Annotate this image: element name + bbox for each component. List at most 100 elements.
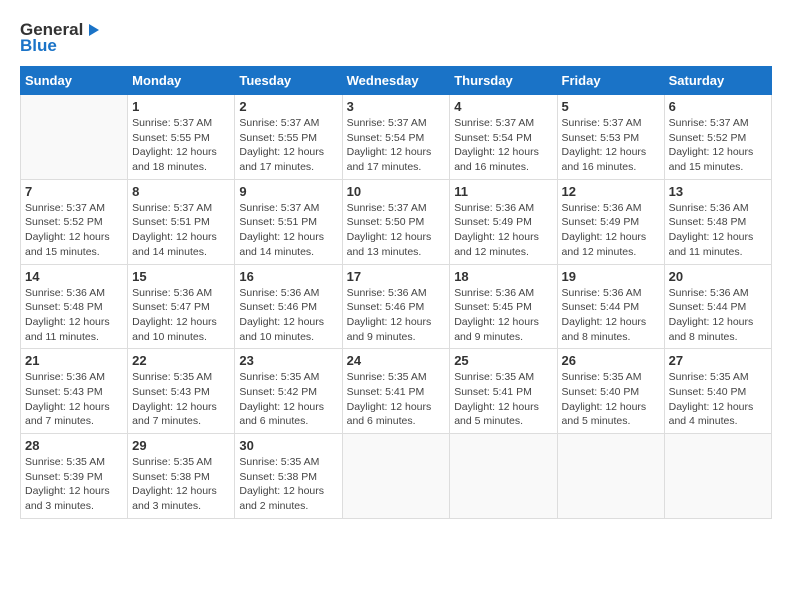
day-info: Sunrise: 5:36 AM Sunset: 5:49 PM Dayligh… (562, 201, 660, 260)
day-info: Sunrise: 5:35 AM Sunset: 5:43 PM Dayligh… (132, 370, 230, 429)
day-info: Sunrise: 5:36 AM Sunset: 5:49 PM Dayligh… (454, 201, 552, 260)
day-info: Sunrise: 5:36 AM Sunset: 5:46 PM Dayligh… (347, 286, 446, 345)
header-monday: Monday (128, 67, 235, 95)
calendar-cell: 26Sunrise: 5:35 AM Sunset: 5:40 PM Dayli… (557, 349, 664, 434)
day-number: 13 (669, 184, 767, 199)
day-info: Sunrise: 5:36 AM Sunset: 5:44 PM Dayligh… (669, 286, 767, 345)
calendar-table: SundayMondayTuesdayWednesdayThursdayFrid… (20, 66, 772, 519)
calendar-cell: 17 Sunrise: 5:36 AM Sunset: 5:46 PM Dayli… (342, 264, 450, 349)
calendar-week-3: 14 Sunrise: 5:36 AM Sunset: 5:48 PM Dayli… (21, 264, 772, 349)
day-number: 1 (132, 99, 230, 114)
day-number: 22 (132, 353, 230, 368)
day-info: Sunrise: 5:36 AM Sunset: 5:46 PM Dayligh… (239, 286, 337, 345)
calendar-cell: 11 Sunrise: 5:36 AM Sunset: 5:49 PM Dayli… (450, 179, 557, 264)
calendar-week-4: 21 Sunrise: 5:36 AM Sunset: 5:43 PM Dayli… (21, 349, 772, 434)
day-number: 23 (239, 353, 337, 368)
calendar-cell: 5 Sunrise: 5:37 AM Sunset: 5:53 PM Daylig… (557, 95, 664, 180)
day-number: 14 (25, 269, 123, 284)
day-number: 26 (562, 353, 660, 368)
calendar-cell (557, 434, 664, 519)
day-number: 20 (669, 269, 767, 284)
day-info: Sunrise: 5:35 AM Sunset: 5:41 PM Dayligh… (347, 370, 446, 429)
day-info: Sunrise: 5:36 AM Sunset: 5:43 PM Dayligh… (25, 370, 123, 429)
day-info: Sunrise: 5:35 AM Sunset: 5:42 PM Dayligh… (239, 370, 337, 429)
day-number: 6 (669, 99, 767, 114)
day-number: 5 (562, 99, 660, 114)
calendar-cell (342, 434, 450, 519)
day-number: 21 (25, 353, 123, 368)
calendar-cell: 13 Sunrise: 5:36 AM Sunset: 5:48 PM Dayli… (664, 179, 771, 264)
calendar-cell: 1 Sunrise: 5:37 AM Sunset: 5:55 PM Daylig… (128, 95, 235, 180)
day-info: Sunrise: 5:37 AM Sunset: 5:53 PM Dayligh… (562, 116, 660, 175)
day-info: Sunrise: 5:37 AM Sunset: 5:51 PM Dayligh… (132, 201, 230, 260)
day-info: Sunrise: 5:35 AM Sunset: 5:41 PM Dayligh… (454, 370, 552, 429)
day-number: 4 (454, 99, 552, 114)
header-saturday: Saturday (664, 67, 771, 95)
day-number: 17 (347, 269, 446, 284)
day-info: Sunrise: 5:35 AM Sunset: 5:39 PM Dayligh… (25, 455, 123, 514)
day-number: 2 (239, 99, 337, 114)
calendar-cell: 28Sunrise: 5:35 AM Sunset: 5:39 PM Dayli… (21, 434, 128, 519)
calendar-cell: 20 Sunrise: 5:36 AM Sunset: 5:44 PM Dayli… (664, 264, 771, 349)
header-friday: Friday (557, 67, 664, 95)
calendar-header-row: SundayMondayTuesdayWednesdayThursdayFrid… (21, 67, 772, 95)
day-info: Sunrise: 5:36 AM Sunset: 5:48 PM Dayligh… (25, 286, 123, 345)
calendar-cell: 9 Sunrise: 5:37 AM Sunset: 5:51 PM Daylig… (235, 179, 342, 264)
day-info: Sunrise: 5:35 AM Sunset: 5:38 PM Dayligh… (239, 455, 337, 514)
calendar-cell: 25 Sunrise: 5:35 AM Sunset: 5:41 PM Dayli… (450, 349, 557, 434)
calendar-cell: 2 Sunrise: 5:37 AM Sunset: 5:55 PM Daylig… (235, 95, 342, 180)
day-info: Sunrise: 5:37 AM Sunset: 5:52 PM Dayligh… (25, 201, 123, 260)
calendar-cell: 22 Sunrise: 5:35 AM Sunset: 5:43 PM Dayli… (128, 349, 235, 434)
day-number: 12 (562, 184, 660, 199)
day-number: 24 (347, 353, 446, 368)
day-number: 16 (239, 269, 337, 284)
calendar-week-5: 28Sunrise: 5:35 AM Sunset: 5:39 PM Dayli… (21, 434, 772, 519)
calendar-cell: 30 Sunrise: 5:35 AM Sunset: 5:38 PM Dayli… (235, 434, 342, 519)
day-number: 29 (132, 438, 230, 453)
day-info: Sunrise: 5:36 AM Sunset: 5:44 PM Dayligh… (562, 286, 660, 345)
logo-arrow-icon (85, 21, 103, 39)
calendar-cell (450, 434, 557, 519)
day-number: 19 (562, 269, 660, 284)
calendar-cell: 23 Sunrise: 5:35 AM Sunset: 5:42 PM Dayli… (235, 349, 342, 434)
day-number: 27 (669, 353, 767, 368)
calendar-cell: 24 Sunrise: 5:35 AM Sunset: 5:41 PM Dayli… (342, 349, 450, 434)
calendar-cell: 4 Sunrise: 5:37 AM Sunset: 5:54 PM Daylig… (450, 95, 557, 180)
day-info: Sunrise: 5:37 AM Sunset: 5:55 PM Dayligh… (239, 116, 337, 175)
calendar-cell (664, 434, 771, 519)
day-info: Sunrise: 5:37 AM Sunset: 5:50 PM Dayligh… (347, 201, 446, 260)
day-info: Sunrise: 5:36 AM Sunset: 5:47 PM Dayligh… (132, 286, 230, 345)
day-info: Sunrise: 5:37 AM Sunset: 5:52 PM Dayligh… (669, 116, 767, 175)
logo-blue: Blue (20, 36, 57, 56)
calendar-cell: 19 Sunrise: 5:36 AM Sunset: 5:44 PM Dayli… (557, 264, 664, 349)
day-number: 11 (454, 184, 552, 199)
day-number: 15 (132, 269, 230, 284)
calendar-week-2: 7Sunrise: 5:37 AM Sunset: 5:52 PM Daylig… (21, 179, 772, 264)
calendar-cell: 21 Sunrise: 5:36 AM Sunset: 5:43 PM Dayli… (21, 349, 128, 434)
calendar-cell: 27 Sunrise: 5:35 AM Sunset: 5:40 PM Dayli… (664, 349, 771, 434)
day-info: Sunrise: 5:35 AM Sunset: 5:40 PM Dayligh… (669, 370, 767, 429)
day-info: Sunrise: 5:36 AM Sunset: 5:48 PM Dayligh… (669, 201, 767, 260)
day-info: Sunrise: 5:37 AM Sunset: 5:55 PM Dayligh… (132, 116, 230, 175)
calendar-cell: 29 Sunrise: 5:35 AM Sunset: 5:38 PM Dayli… (128, 434, 235, 519)
day-info: Sunrise: 5:37 AM Sunset: 5:51 PM Dayligh… (239, 201, 337, 260)
calendar-cell: 16 Sunrise: 5:36 AM Sunset: 5:46 PM Dayli… (235, 264, 342, 349)
calendar-cell: 3 Sunrise: 5:37 AM Sunset: 5:54 PM Daylig… (342, 95, 450, 180)
day-info: Sunrise: 5:37 AM Sunset: 5:54 PM Dayligh… (347, 116, 446, 175)
day-number: 9 (239, 184, 337, 199)
day-number: 30 (239, 438, 337, 453)
calendar-cell (21, 95, 128, 180)
calendar-cell: 15 Sunrise: 5:36 AM Sunset: 5:47 PM Dayli… (128, 264, 235, 349)
calendar-cell: 12 Sunrise: 5:36 AM Sunset: 5:49 PM Dayli… (557, 179, 664, 264)
day-number: 3 (347, 99, 446, 114)
day-number: 8 (132, 184, 230, 199)
header-sunday: Sunday (21, 67, 128, 95)
day-info: Sunrise: 5:37 AM Sunset: 5:54 PM Dayligh… (454, 116, 552, 175)
calendar-cell: 14 Sunrise: 5:36 AM Sunset: 5:48 PM Dayli… (21, 264, 128, 349)
logo: General Blue (20, 20, 103, 56)
day-number: 25 (454, 353, 552, 368)
calendar-cell: 7Sunrise: 5:37 AM Sunset: 5:52 PM Daylig… (21, 179, 128, 264)
day-info: Sunrise: 5:35 AM Sunset: 5:38 PM Dayligh… (132, 455, 230, 514)
header-thursday: Thursday (450, 67, 557, 95)
header-wednesday: Wednesday (342, 67, 450, 95)
